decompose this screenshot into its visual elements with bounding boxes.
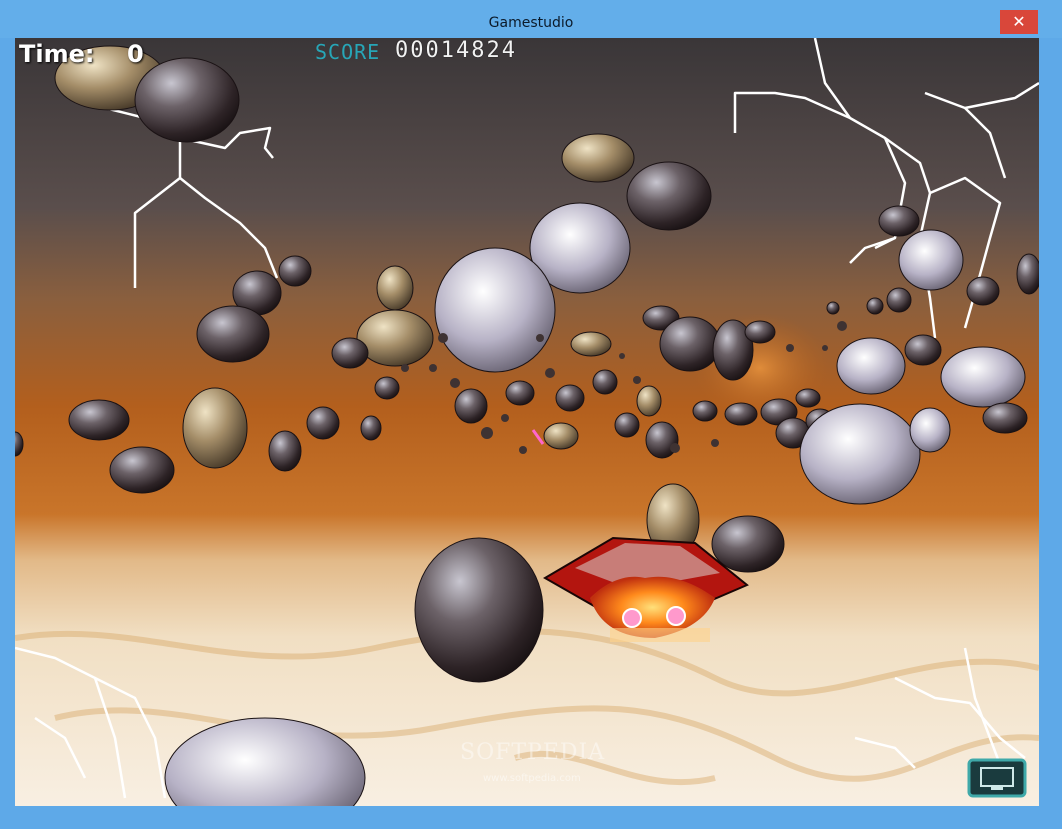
game-scene (15, 38, 1039, 806)
monitor-icon[interactable] (967, 758, 1027, 798)
score-label: SCORE (315, 40, 381, 64)
watermark-brand: SOFTPEDIA (460, 740, 606, 765)
close-button[interactable]: ✕ (1000, 10, 1038, 34)
game-viewport[interactable]: Time: 0 SCORE 00014824 SOFTPEDIA www.sof… (15, 38, 1039, 806)
time-label: Time: (19, 40, 95, 68)
title-bar[interactable]: Gamestudio ✕ (0, 0, 1062, 38)
window-title: Gamestudio (488, 15, 574, 31)
game-window: Gamestudio ✕ Time: 0 SCORE 00014824 SOFT… (0, 0, 1062, 829)
score-value: 00014824 (395, 38, 517, 63)
time-value: 0 (127, 40, 144, 68)
watermark-url: www.softpedia.com (483, 773, 581, 784)
